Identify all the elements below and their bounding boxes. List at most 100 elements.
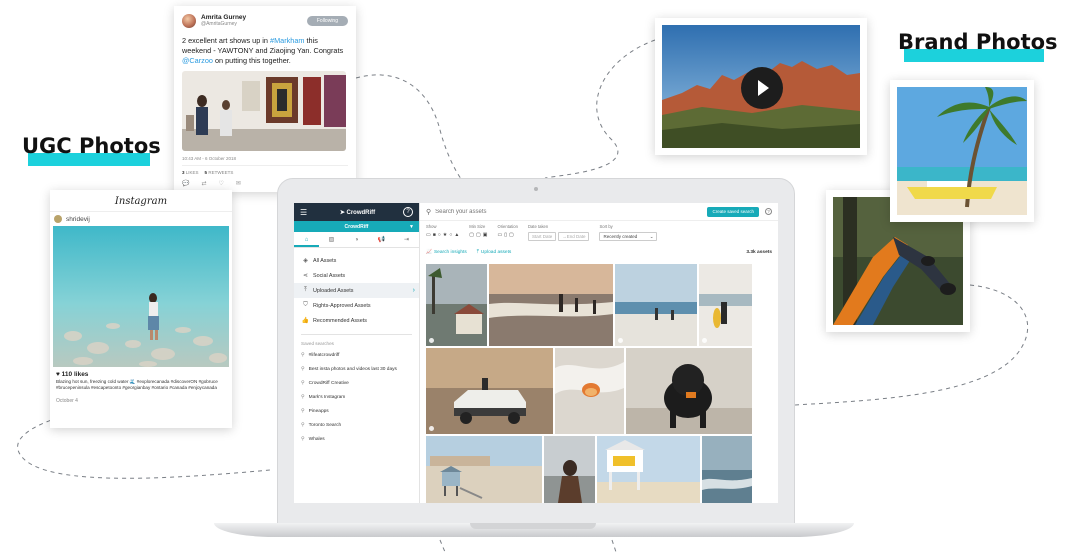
search-icon: ⚲ bbox=[301, 352, 305, 358]
asset-tile[interactable] bbox=[597, 436, 700, 503]
square-button[interactable]: ▢ bbox=[509, 232, 514, 238]
star-icon[interactable]: ★ bbox=[443, 232, 447, 238]
instagram-caption: Blazing hot sun, freezing cold water 🌊 #… bbox=[56, 379, 218, 391]
saved-search-item[interactable]: ⚲ Pineapps bbox=[294, 404, 419, 418]
sidebar: ☰ ➤ CrowdRiff ? CrowdRiff ▼ ⌂ ▨ ◑ 📢 ⇥ ◈ All A… bbox=[294, 203, 420, 503]
size-small-button[interactable]: ▢ bbox=[469, 232, 474, 238]
saved-search-item[interactable]: ⚲ #lifeatcrowdriff bbox=[294, 348, 419, 362]
instagram-username[interactable]: shridevij bbox=[66, 216, 90, 223]
filter-show-label: Show bbox=[426, 224, 437, 229]
asset-type-icon bbox=[702, 338, 707, 343]
tweet-text-part: on putting this together. bbox=[212, 55, 291, 65]
sidebar-item-recommended-assets[interactable]: 👍 Recommended Assets bbox=[294, 313, 419, 328]
info-icon[interactable]: ? bbox=[765, 208, 772, 215]
help-icon[interactable]: ? bbox=[403, 207, 413, 217]
end-date-text: End Date bbox=[566, 234, 586, 239]
brand-video-card bbox=[655, 18, 867, 155]
sidebar-nav: ◈ All Assets ⋖ Social Assets ⤒ Uploaded Asset… bbox=[294, 248, 419, 328]
search-bar: ⚲ Create saved search ? bbox=[420, 203, 778, 221]
asset-tile[interactable] bbox=[555, 348, 624, 434]
sidebar-tabs: ⌂ ▨ ◑ 📢 ⇥ bbox=[294, 232, 419, 248]
sidebar-item-uploaded-assets[interactable]: ⤒ Uploaded Assets › bbox=[294, 283, 419, 298]
asset-tile[interactable] bbox=[615, 264, 697, 346]
saved-search-item[interactable]: ⚲ Toronto Search bbox=[294, 418, 419, 432]
retweets-stat[interactable]: 5 RETWEETS bbox=[205, 170, 234, 175]
search-icon: ⚲ bbox=[301, 422, 305, 428]
asset-tile[interactable] bbox=[699, 264, 752, 346]
search-input[interactable] bbox=[435, 205, 708, 218]
avatar[interactable] bbox=[182, 14, 196, 28]
tweet-text-part: 2 excellent art shows up in bbox=[182, 36, 271, 45]
portrait-button[interactable]: ▯ bbox=[504, 232, 507, 238]
tweet-photo[interactable] bbox=[182, 70, 346, 151]
chart-icon: 📈 bbox=[426, 249, 432, 255]
size-medium-button[interactable]: ▢ bbox=[476, 232, 481, 238]
image-type-checkbox[interactable]: ▭ bbox=[426, 232, 431, 238]
hamburger-menu-icon[interactable]: ☰ bbox=[300, 208, 312, 217]
tools-row: 📈 Search insights ⤒ Upload assets 3.3k ass… bbox=[420, 245, 778, 259]
sidebar-item-social-assets[interactable]: ⋖ Social Assets bbox=[294, 268, 419, 283]
beach-photo[interactable] bbox=[897, 87, 1027, 215]
asset-tile[interactable] bbox=[544, 436, 595, 503]
megaphone-icon[interactable]: 📢 bbox=[369, 232, 394, 247]
mention-link[interactable]: @Carzoo bbox=[182, 56, 213, 65]
saved-search-label: Mark's Instagram bbox=[308, 394, 346, 400]
end-date-input[interactable]: → End Date bbox=[558, 232, 590, 241]
saved-search-item[interactable]: ⚲ CrowdRiff Creative bbox=[294, 376, 419, 390]
asset-tile[interactable] bbox=[626, 348, 752, 434]
instagram-logo: Instagram bbox=[50, 190, 232, 212]
retweet-icon[interactable]: ⇄ bbox=[201, 180, 206, 187]
asset-tile[interactable] bbox=[426, 436, 542, 503]
following-button[interactable]: Following bbox=[306, 16, 348, 26]
asset-tile[interactable] bbox=[702, 436, 752, 503]
saved-search-item[interactable]: ⚲ Whales bbox=[294, 432, 419, 446]
circle-checkbox[interactable]: ○ bbox=[438, 232, 441, 238]
filter-orientation: Orientation ▭ ▯ ▢ bbox=[497, 224, 517, 245]
instagram-user[interactable]: shridevij bbox=[50, 212, 232, 226]
start-date-input[interactable]: Start Date bbox=[527, 232, 557, 241]
sidebar-item-rights-approved-assets[interactable]: ⛉ Rights-Approved Assets bbox=[294, 298, 419, 313]
thumbs-up-icon[interactable]: ▲ bbox=[454, 232, 459, 238]
shield-icon: ⛉ bbox=[303, 302, 308, 308]
gallery-icon[interactable]: ▨ bbox=[319, 232, 344, 247]
create-saved-search-button[interactable]: Create saved search bbox=[707, 206, 759, 217]
tweet-stats: 3 LIKES 5 RETWEETS bbox=[182, 164, 348, 175]
message-icon[interactable]: ✉ bbox=[236, 180, 241, 187]
likes-count: 3 bbox=[182, 169, 185, 175]
sidebar-item-all-assets[interactable]: ◈ All Assets bbox=[294, 253, 419, 268]
likes-label: LIKES bbox=[185, 169, 199, 175]
likes-stat[interactable]: 3 LIKES bbox=[182, 170, 199, 175]
asset-tile[interactable] bbox=[426, 348, 553, 434]
tweet-card: Amrita Gurney @AmritaGurney Following 2 … bbox=[174, 6, 356, 192]
circle-checkbox[interactable]: ○ bbox=[449, 232, 452, 238]
instagram-photo[interactable] bbox=[53, 226, 229, 367]
export-icon[interactable]: ⇥ bbox=[394, 232, 419, 247]
home-icon[interactable]: ⌂ bbox=[294, 232, 319, 247]
hashtag-link[interactable]: #Markham bbox=[270, 36, 304, 45]
search-insights-link[interactable]: 📈 Search insights bbox=[426, 250, 467, 255]
instagram-likes: ♥ 110 likes bbox=[50, 367, 232, 379]
search-icon: ⚲ bbox=[301, 436, 305, 442]
asset-tile[interactable] bbox=[426, 264, 487, 346]
filter-date-label: Date taken bbox=[527, 224, 549, 229]
globe-icon[interactable]: ◑ bbox=[344, 232, 369, 247]
saved-search-item[interactable]: ⚲ Best insta photos and videos last 30 da… bbox=[294, 362, 419, 376]
size-large-button[interactable]: ▣ bbox=[483, 232, 488, 238]
asset-type-icon bbox=[429, 338, 434, 343]
upload-assets-link[interactable]: ⤒ Upload assets bbox=[477, 249, 512, 256]
reply-icon[interactable]: 💬 bbox=[182, 180, 189, 187]
landscape-button[interactable]: ▭ bbox=[497, 232, 502, 238]
sort-select[interactable]: Recently created ⌄ bbox=[599, 232, 658, 241]
asset-grid bbox=[426, 264, 752, 503]
account-switcher[interactable]: CrowdRiff ▼ bbox=[294, 221, 419, 232]
asset-tile[interactable] bbox=[489, 264, 613, 346]
likes-count: 110 likes bbox=[61, 371, 89, 378]
avatar[interactable] bbox=[54, 215, 62, 223]
ugc-photos-text: UGC Photos bbox=[22, 134, 161, 158]
heart-icon[interactable]: ♥ bbox=[56, 371, 60, 378]
like-icon[interactable]: ♡ bbox=[219, 180, 224, 187]
brand-video[interactable] bbox=[662, 25, 860, 148]
saved-search-item[interactable]: ⚲ Mark's Instagram bbox=[294, 390, 419, 404]
play-button[interactable] bbox=[741, 67, 783, 109]
video-type-checkbox[interactable]: ■ bbox=[433, 232, 436, 238]
